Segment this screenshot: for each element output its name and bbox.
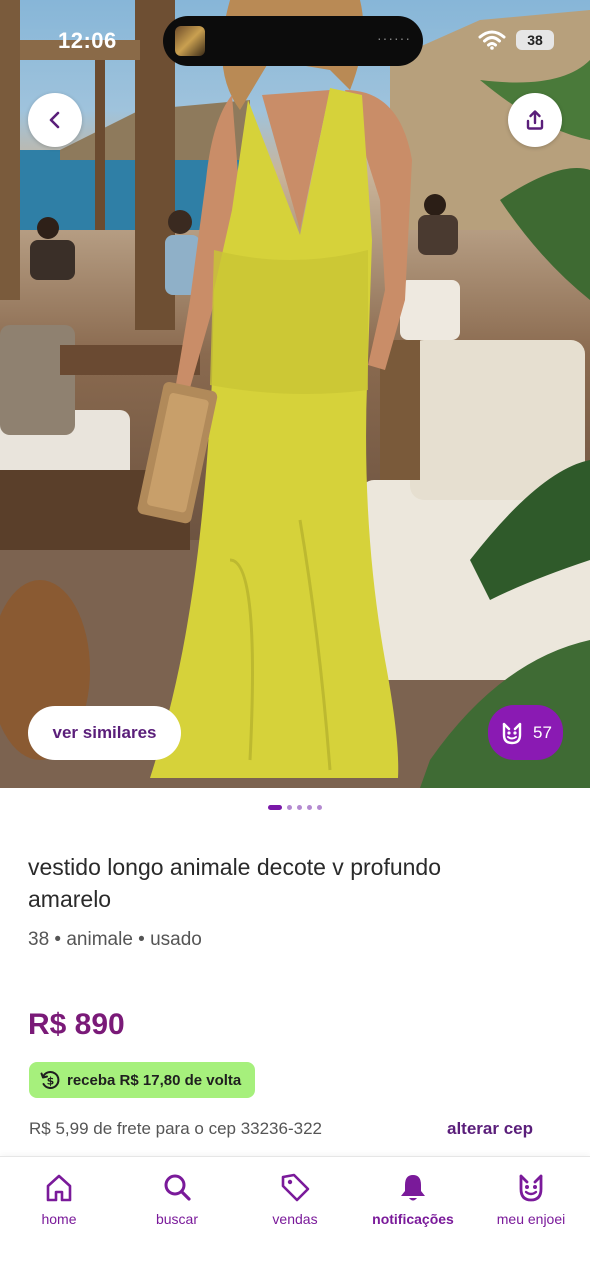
similar-items-button[interactable]: ver similares xyxy=(28,706,181,760)
pager-dot[interactable] xyxy=(297,804,302,810)
nav-item-sales[interactable]: vendas xyxy=(236,1171,354,1227)
nav-item-search[interactable]: buscar xyxy=(118,1171,236,1227)
image-pager[interactable] xyxy=(0,803,590,811)
nav-label-notifications: notificações xyxy=(372,1211,454,1227)
home-icon xyxy=(46,1174,72,1202)
share-icon xyxy=(526,110,544,130)
likes-button[interactable]: 57 xyxy=(488,705,563,760)
enjoei-face-icon xyxy=(519,1174,543,1202)
ellipsis-icon: ······ xyxy=(377,30,411,46)
cashback-badge: $ receba R$ 17,80 de volta xyxy=(29,1062,256,1098)
pager-dot[interactable] xyxy=(268,804,282,810)
now-playing-thumbnail xyxy=(175,26,205,56)
chevron-left-icon xyxy=(49,111,60,129)
nav-label-home: home xyxy=(41,1211,77,1227)
back-button[interactable] xyxy=(28,93,82,147)
bottom-navigation: home buscar vendas notificações meu enjo… xyxy=(0,1156,590,1281)
product-price: R$ 890 xyxy=(28,1008,125,1041)
cashback-text: receba R$ 17,80 de volta xyxy=(67,1071,242,1089)
product-photo[interactable]: 12:06 ······ 38 ver similares 57 xyxy=(0,0,590,788)
freight-info: R$ 5,99 de frete para o cep 33236-322 xyxy=(29,1119,322,1138)
change-cep-link[interactable]: alterar cep xyxy=(447,1119,533,1139)
likes-count: 57 xyxy=(533,722,552,742)
search-icon xyxy=(164,1174,191,1201)
nav-label-sales: vendas xyxy=(272,1211,318,1227)
wifi-icon xyxy=(478,30,506,50)
product-meta: 38 • animale • usado xyxy=(28,929,202,950)
nav-item-notifications[interactable]: notificações xyxy=(354,1171,472,1227)
status-time: 12:06 xyxy=(58,28,117,53)
product-title: vestido longo animale decote v profundo … xyxy=(28,854,442,912)
product-photo-illustration xyxy=(0,0,590,788)
enjoei-face-icon xyxy=(502,722,522,744)
battery-indicator: 38 xyxy=(516,30,554,50)
pager-dot[interactable] xyxy=(287,804,292,810)
tag-icon xyxy=(281,1173,310,1202)
pager-dot[interactable] xyxy=(317,804,322,810)
cashback-icon: $ xyxy=(40,1071,60,1089)
nav-item-home[interactable]: home xyxy=(0,1171,118,1227)
dynamic-island: ······ xyxy=(163,16,423,66)
svg-text:$: $ xyxy=(47,1075,55,1088)
status-bar: 12:06 ······ 38 xyxy=(0,0,590,80)
similar-items-label: ver similares xyxy=(52,723,157,742)
bell-icon xyxy=(401,1175,425,1201)
nav-label-my-enjoei: meu enjoei xyxy=(496,1211,566,1227)
share-button[interactable] xyxy=(508,93,562,147)
nav-item-my-enjoei[interactable]: meu enjoei xyxy=(472,1171,590,1227)
pager-dot[interactable] xyxy=(307,804,312,810)
nav-label-search: buscar xyxy=(155,1211,199,1227)
